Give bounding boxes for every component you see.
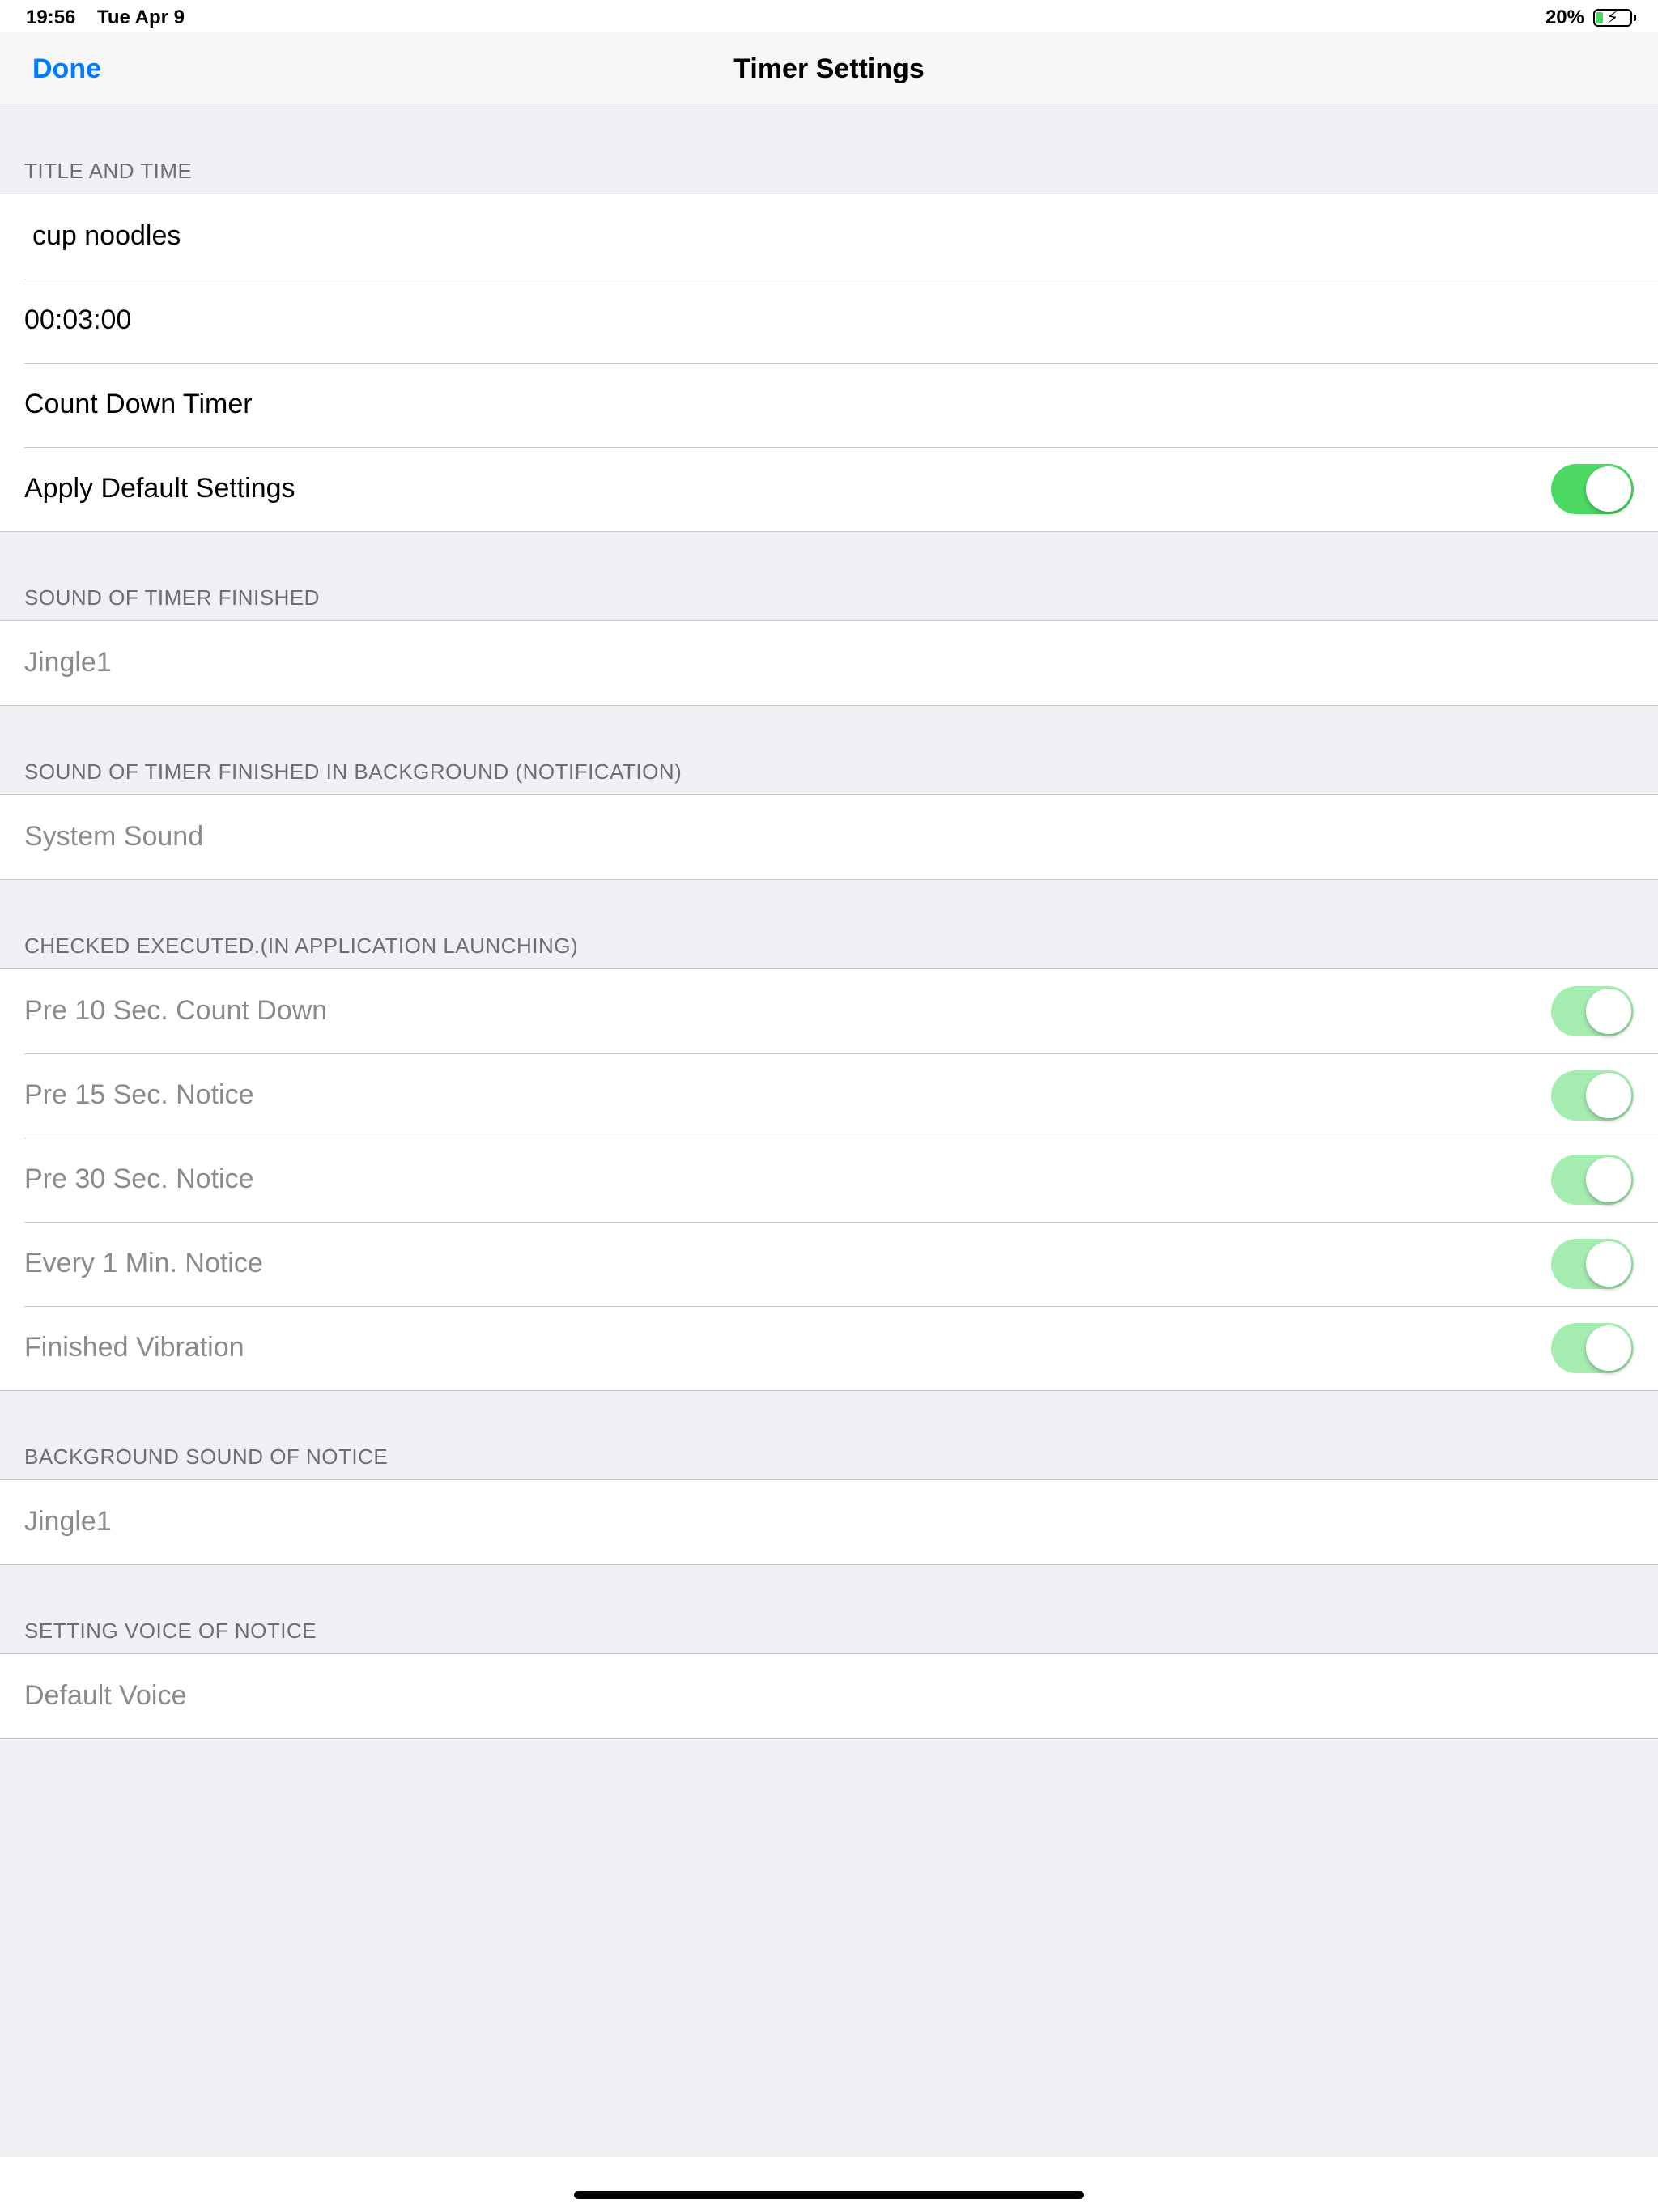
toggle-knob — [1586, 1325, 1631, 1371]
sound-finished-group: Jingle1 — [0, 620, 1658, 706]
section-header-background-notice: BACKGROUND SOUND OF NOTICE — [24, 1444, 389, 1469]
section-header-voice-notice: SETTING VOICE OF NOTICE — [24, 1619, 317, 1643]
status-date: Tue Apr 9 — [97, 6, 185, 28]
pre-10-sec-toggle[interactable] — [1551, 986, 1634, 1036]
every-1-min-label: Every 1 Min. Notice — [24, 1248, 263, 1278]
finished-vibration-toggle[interactable] — [1551, 1323, 1634, 1373]
battery-charging-icon: ⚡ — [1593, 8, 1636, 28]
voice-notice-row[interactable]: Default Voice — [0, 1654, 1658, 1738]
pre-30-sec-toggle[interactable] — [1551, 1155, 1634, 1205]
home-indicator-area — [0, 2157, 1658, 2212]
status-bar: 19:56 Tue Apr 9 20% ⚡ — [0, 0, 1658, 32]
every-1-min-row: Every 1 Min. Notice — [0, 1222, 1658, 1306]
pre-15-sec-toggle[interactable] — [1551, 1070, 1634, 1121]
apply-default-row: Apply Default Settings — [0, 447, 1658, 531]
toggle-knob — [1586, 1157, 1631, 1202]
background-notice-row[interactable]: Jingle1 — [0, 1480, 1658, 1564]
pre-10-sec-label: Pre 10 Sec. Count Down — [24, 995, 328, 1026]
toggle-knob — [1586, 989, 1631, 1034]
sound-background-group: System Sound — [0, 794, 1658, 880]
section-header-sound-finished: SOUND OF TIMER FINISHED — [24, 585, 320, 610]
time-value[interactable]: 00:03:00 — [24, 304, 131, 336]
timer-type-label[interactable]: Count Down Timer — [24, 389, 253, 420]
navigation-bar: Done Timer Settings — [0, 32, 1658, 104]
pre-30-sec-label: Pre 30 Sec. Notice — [24, 1163, 254, 1194]
status-time: 19:56 — [26, 6, 76, 28]
title-field-row[interactable]: cup noodles — [0, 194, 1658, 279]
time-field-row[interactable]: 00:03:00 — [0, 279, 1658, 363]
toggle-knob — [1586, 466, 1631, 512]
finished-vibration-row: Finished Vibration — [0, 1306, 1658, 1390]
sound-background-row[interactable]: System Sound — [0, 795, 1658, 879]
toggle-knob — [1586, 1073, 1631, 1118]
voice-notice-group: Default Voice — [0, 1653, 1658, 1739]
pre-30-sec-row: Pre 30 Sec. Notice — [0, 1138, 1658, 1222]
apply-default-label: Apply Default Settings — [24, 473, 295, 504]
toggle-knob — [1586, 1241, 1631, 1287]
sound-background-value[interactable]: System Sound — [24, 821, 203, 853]
background-notice-group: Jingle1 — [0, 1479, 1658, 1565]
background-notice-value[interactable]: Jingle1 — [24, 1506, 112, 1538]
page-title: Timer Settings — [733, 53, 925, 84]
battery-percentage: 20% — [1545, 6, 1584, 28]
voice-notice-value[interactable]: Default Voice — [24, 1680, 186, 1712]
checked-executed-group: Pre 10 Sec. Count Down Pre 15 Sec. Notic… — [0, 968, 1658, 1391]
apply-default-toggle[interactable] — [1551, 464, 1634, 514]
section-header-sound-background: SOUND OF TIMER FINISHED IN BACKGROUND (N… — [24, 759, 682, 784]
title-field[interactable]: cup noodles — [32, 220, 181, 252]
section-header-checked-executed: CHECKED EXECUTED.(IN APPLICATION LAUNCHI… — [24, 934, 579, 958]
section-header-title-and-time: TITLE AND TIME — [24, 159, 193, 183]
every-1-min-toggle[interactable] — [1551, 1239, 1634, 1289]
title-and-time-group: cup noodles 00:03:00 Count Down Timer Ap… — [0, 194, 1658, 532]
timer-type-row[interactable]: Count Down Timer — [0, 363, 1658, 447]
pre-15-sec-label: Pre 15 Sec. Notice — [24, 1079, 254, 1110]
sound-finished-value[interactable]: Jingle1 — [24, 647, 112, 678]
finished-vibration-label: Finished Vibration — [24, 1332, 244, 1363]
sound-finished-row[interactable]: Jingle1 — [0, 621, 1658, 705]
pre-15-sec-row: Pre 15 Sec. Notice — [0, 1053, 1658, 1138]
home-indicator[interactable] — [574, 2191, 1084, 2199]
pre-10-sec-row: Pre 10 Sec. Count Down — [0, 969, 1658, 1053]
